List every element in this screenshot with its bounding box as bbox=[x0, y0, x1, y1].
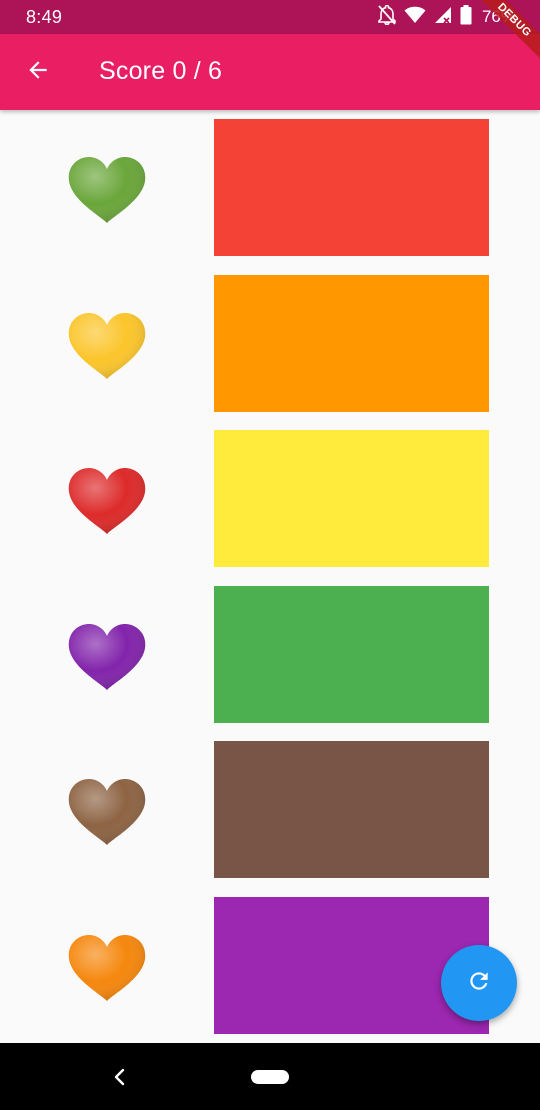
color-row bbox=[0, 586, 540, 723]
color-row bbox=[0, 275, 540, 412]
color-row bbox=[0, 741, 540, 878]
nav-home-pill[interactable] bbox=[251, 1070, 289, 1084]
color-swatch[interactable] bbox=[214, 430, 489, 567]
color-swatch[interactable] bbox=[214, 741, 489, 878]
status-bar: 8:49 76% bbox=[0, 0, 540, 34]
purple-heart-icon[interactable] bbox=[66, 622, 148, 692]
status-time: 8:49 bbox=[26, 7, 63, 27]
app-bar: Score 0 / 6 bbox=[0, 34, 540, 110]
back-button[interactable] bbox=[14, 48, 62, 96]
yellow-heart-icon[interactable] bbox=[66, 311, 148, 381]
battery-icon bbox=[460, 4, 472, 30]
notifications-off-icon bbox=[378, 4, 396, 30]
color-swatch[interactable] bbox=[214, 586, 489, 723]
color-swatch[interactable] bbox=[214, 119, 489, 256]
refresh-button[interactable] bbox=[441, 945, 517, 1021]
nav-back-icon[interactable] bbox=[110, 1065, 130, 1089]
signal-icon bbox=[434, 6, 452, 29]
page-title: Score 0 / 6 bbox=[99, 57, 223, 85]
refresh-icon bbox=[466, 968, 492, 999]
arrow-back-icon bbox=[25, 57, 51, 88]
green-heart-icon[interactable] bbox=[66, 155, 148, 225]
orange-heart-icon[interactable] bbox=[66, 933, 148, 1003]
brown-heart-icon[interactable] bbox=[66, 777, 148, 847]
color-swatch[interactable] bbox=[214, 275, 489, 412]
system-nav-bar bbox=[0, 1043, 540, 1110]
color-row bbox=[0, 430, 540, 567]
red-heart-icon[interactable] bbox=[66, 466, 148, 536]
color-row bbox=[0, 119, 540, 256]
wifi-icon bbox=[404, 6, 426, 29]
